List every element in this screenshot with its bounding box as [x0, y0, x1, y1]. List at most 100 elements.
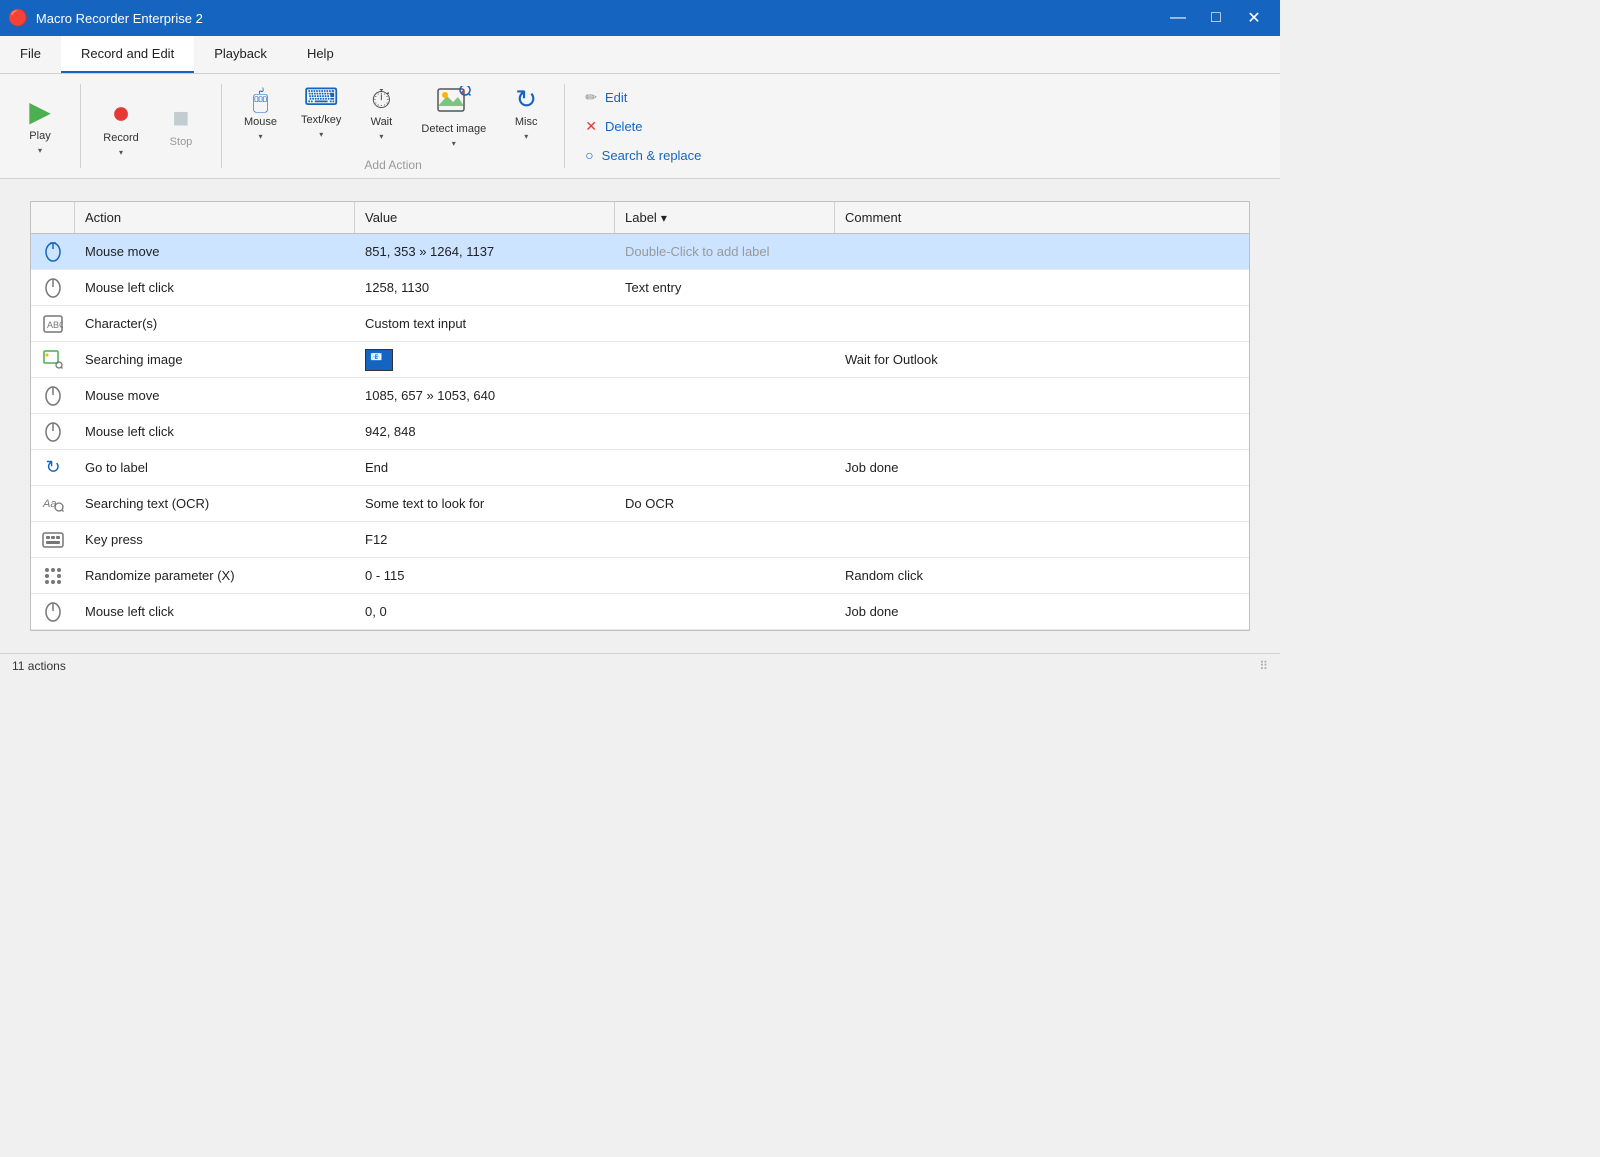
table-row[interactable]: Key press F12 [31, 522, 1249, 558]
misc-button[interactable]: ↻ Misc ▾ [500, 80, 552, 154]
wait-button[interactable]: ⏱ Wait ▾ [355, 80, 407, 154]
table-row[interactable]: Mouse move 1085, 657 » 1053, 640 [31, 378, 1249, 414]
edit-icon: ✏ [585, 89, 597, 106]
row-action-5: Mouse move [75, 382, 355, 409]
th-label: Label ▾ [615, 202, 835, 233]
textkey-label: Text/key [301, 114, 341, 126]
delete-button[interactable]: ✕ Delete [581, 116, 705, 137]
row-label-7 [615, 462, 835, 474]
toolbar: ▶ Play ▾ ● Record ▾ ■ Stop 🖱 Mouse ▾ ⌨ T… [0, 74, 1280, 179]
app-icon: 🔴 [8, 8, 28, 28]
row-action-11: Mouse left click [75, 598, 355, 625]
table-row[interactable]: Mouse left click 942, 848 [31, 414, 1249, 450]
edit-label: Edit [605, 90, 627, 105]
mouse-label: Mouse [244, 116, 277, 128]
row-icon-8: Aa [31, 489, 75, 519]
wait-arrow: ▾ [379, 132, 383, 141]
menu-help[interactable]: Help [287, 36, 354, 73]
row-action-7: Go to label [75, 454, 355, 481]
detect-image-icon [437, 86, 471, 119]
textkey-button[interactable]: ⌨ Text/key ▾ [291, 80, 351, 154]
label-dropdown-icon[interactable]: ▾ [661, 211, 667, 225]
row-action-1: Mouse move [75, 238, 355, 265]
row-value-1: 851, 353 » 1264, 1137 [355, 238, 615, 265]
stop-label: Stop [170, 136, 193, 148]
row-action-8: Searching text (OCR) [75, 490, 355, 517]
row-label-1[interactable]: Double-Click to add label [615, 238, 835, 265]
row-comment-9 [835, 534, 1249, 546]
row-label-4 [615, 354, 835, 366]
row-value-6: 942, 848 [355, 418, 615, 445]
misc-arrow: ▾ [524, 132, 528, 141]
row-icon-10 [31, 560, 75, 592]
detect-arrow: ▾ [452, 139, 456, 148]
record-icon: ● [111, 96, 130, 128]
stop-icon: ■ [173, 104, 190, 132]
row-action-10: Randomize parameter (X) [75, 562, 355, 589]
row-value-3: Custom text input [355, 310, 615, 337]
table-row[interactable]: Mouse left click 1258, 1130 Text entry [31, 270, 1249, 306]
table-row[interactable]: Aa Searching text (OCR) Some text to loo… [31, 486, 1249, 522]
table-row[interactable]: Mouse move 851, 353 » 1264, 1137 Double-… [31, 234, 1249, 270]
table-row[interactable]: ABC Character(s) Custom text input [31, 306, 1249, 342]
row-icon-3: ABC [31, 309, 75, 339]
row-label-8: Do OCR [615, 490, 835, 517]
th-label-text: Label [625, 210, 657, 225]
menu-playback[interactable]: Playback [194, 36, 287, 73]
row-icon-11 [31, 596, 75, 628]
row-label-11 [615, 606, 835, 618]
row-comment-10: Random click [835, 562, 1249, 589]
row-comment-1 [835, 246, 1249, 258]
table-row[interactable]: Mouse left click 0, 0 Job done [31, 594, 1249, 630]
record-button[interactable]: ● Record ▾ [93, 90, 149, 163]
textkey-icon: ⌨ [304, 86, 339, 110]
mouse-arrow: ▾ [259, 132, 263, 141]
row-icon-2 [31, 272, 75, 304]
row-comment-4: Wait for Outlook [835, 346, 1249, 373]
row-action-4: Searching image [75, 346, 355, 373]
table-row[interactable]: ↻ Go to label End Job done [31, 450, 1249, 486]
th-value: Value [355, 202, 615, 233]
minimize-button[interactable]: — [1160, 4, 1196, 32]
mouse-button[interactable]: 🖱 Mouse ▾ [234, 80, 287, 154]
search-replace-button[interactable]: ○ Search & replace [581, 145, 705, 165]
toolbar-group-playback: ▶ Play ▾ [0, 80, 80, 172]
row-value-4: 📧 [355, 342, 615, 377]
play-button[interactable]: ▶ Play ▾ [12, 92, 68, 161]
record-label: Record [103, 132, 138, 144]
row-icon-5 [31, 380, 75, 412]
row-comment-5 [835, 390, 1249, 402]
row-label-6 [615, 426, 835, 438]
detect-image-label: Detect image [421, 123, 486, 135]
window-controls: — □ ✕ [1160, 4, 1272, 32]
row-value-5: 1085, 657 » 1053, 640 [355, 382, 615, 409]
row-action-2: Mouse left click [75, 274, 355, 301]
maximize-button[interactable]: □ [1198, 4, 1234, 32]
wait-icon: ⏱ [371, 86, 391, 112]
table-row[interactable]: Searching image 📧 Wait for Outlook [31, 342, 1249, 378]
svg-text:ABC: ABC [47, 320, 63, 330]
menu-record-edit[interactable]: Record and Edit [61, 36, 194, 73]
delete-icon: ✕ [585, 118, 597, 135]
svg-text:Aa: Aa [42, 498, 56, 510]
textkey-arrow: ▾ [319, 130, 323, 139]
edit-button[interactable]: ✏ Edit [581, 87, 705, 108]
row-value-9: F12 [355, 526, 615, 553]
toolbar-right-actions: ✏ Edit ✕ Delete ○ Search & replace [565, 80, 721, 172]
stop-button[interactable]: ■ Stop [153, 98, 209, 154]
toolbar-group-record: ● Record ▾ ■ Stop [81, 80, 221, 172]
search-replace-label: Search & replace [602, 148, 702, 163]
row-icon-7: ↻ [31, 451, 75, 484]
row-comment-8 [835, 498, 1249, 510]
toolbar-group-actions: 🖱 Mouse ▾ ⌨ Text/key ▾ ⏱ Wait ▾ [222, 80, 564, 172]
row-comment-3 [835, 318, 1249, 330]
detect-image-button[interactable]: Detect image ▾ [411, 80, 496, 154]
table-row[interactable]: Randomize parameter (X) 0 - 115 Random c… [31, 558, 1249, 594]
title-bar: 🔴 Macro Recorder Enterprise 2 — □ ✕ [0, 0, 1280, 36]
row-comment-2 [835, 282, 1249, 294]
menu-file[interactable]: File [0, 36, 61, 73]
record-arrow: ▾ [119, 148, 123, 157]
mouse-icon: 🖱 [253, 86, 269, 112]
close-button[interactable]: ✕ [1236, 4, 1272, 32]
th-action: Action [75, 202, 355, 233]
